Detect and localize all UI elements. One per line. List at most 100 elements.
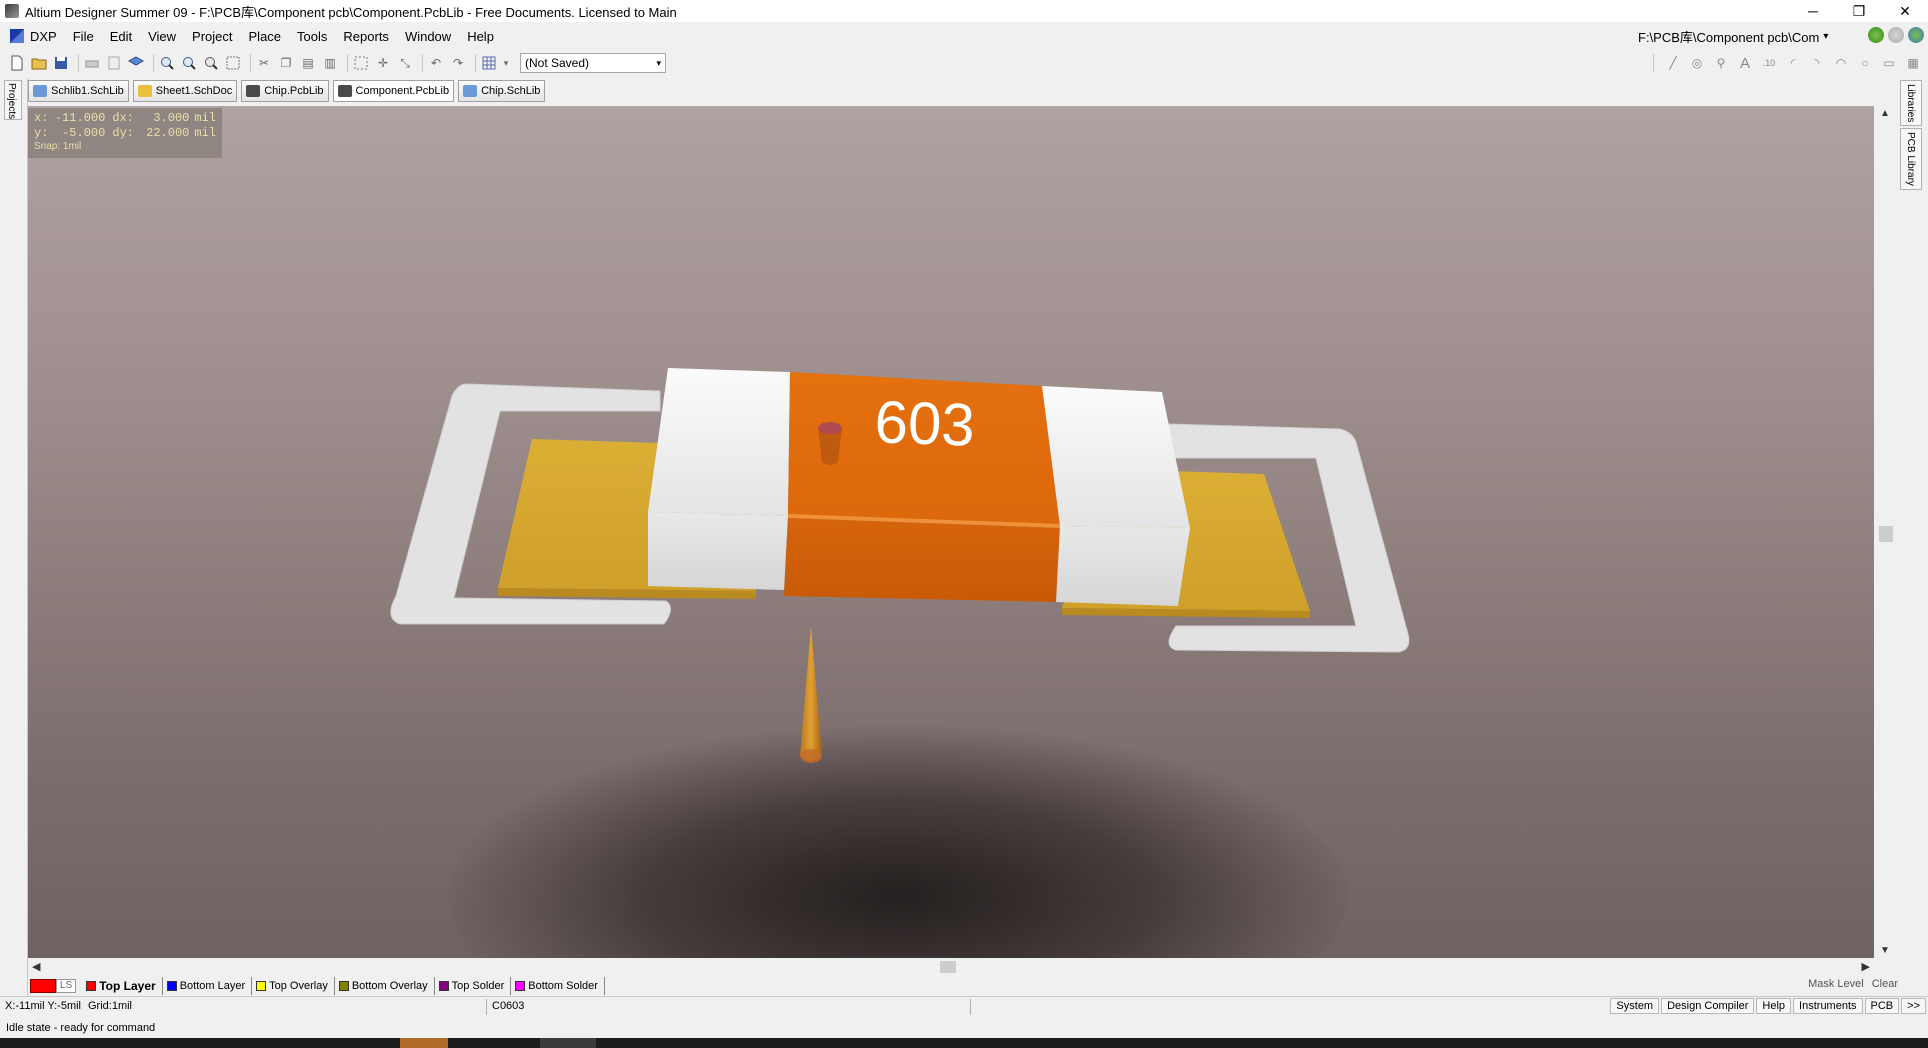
menu-place[interactable]: Place (241, 29, 290, 44)
deselect-icon[interactable]: ⤡ (396, 54, 414, 72)
schlib-icon (33, 85, 47, 97)
place-array-icon[interactable]: ▦ (1904, 54, 1922, 72)
place-fill-icon[interactable]: ▭ (1880, 54, 1898, 72)
taskbar-app[interactable] (400, 1038, 448, 1048)
select-area-icon[interactable] (352, 54, 370, 72)
taskbar-app[interactable] (540, 1038, 596, 1048)
forward-icon[interactable] (1888, 27, 1904, 43)
vertical-scrollbar[interactable]: ▲ ▼ (1876, 106, 1896, 958)
full-circle-icon[interactable]: ○ (1856, 54, 1874, 72)
layer-stack-icon[interactable] (127, 54, 145, 72)
y-value: -5.000 (62, 126, 106, 140)
print-preview-icon[interactable] (105, 54, 123, 72)
copy-icon[interactable]: ❐ (277, 54, 295, 72)
menu-tools[interactable]: Tools (289, 29, 335, 44)
pcb-library-panel-tab[interactable]: PCB Library (1900, 128, 1922, 190)
unit-label: mil (194, 111, 216, 125)
set-origin-icon[interactable]: .10 (1760, 54, 1778, 72)
print-icon[interactable] (83, 54, 101, 72)
clear-button[interactable]: Clear (1872, 978, 1898, 990)
rubber-stamp-icon[interactable]: ▥ (321, 54, 339, 72)
restore-button[interactable]: ❐ (1836, 0, 1882, 22)
layer-set-button[interactable]: LS (56, 979, 77, 993)
x-label: x: (34, 111, 49, 125)
menu-help[interactable]: Help (459, 29, 502, 44)
redo-icon[interactable]: ↷ (449, 54, 467, 72)
grid-size: Grid:1mil (88, 1000, 133, 1012)
scroll-left-icon[interactable]: ◀ (32, 960, 40, 973)
document-path-selector[interactable]: F:\PCB库\Component pcb\Com ▾ (1638, 26, 1838, 46)
menu-file[interactable]: File (65, 29, 102, 44)
scroll-down-icon[interactable]: ▼ (1880, 945, 1890, 956)
layer-tab-bottom-overlay[interactable]: Bottom Overlay (335, 977, 435, 995)
system-panel-button[interactable]: System (1610, 998, 1660, 1014)
place-string-icon[interactable]: A (1736, 54, 1754, 72)
zoom-out-icon[interactable] (180, 54, 198, 72)
design-compiler-button[interactable]: Design Compiler (1661, 998, 1755, 1014)
pcb-panel-button[interactable]: PCB (1864, 998, 1900, 1014)
layer-tab-bottom-solder[interactable]: Bottom Solder (511, 977, 605, 995)
layer-tab-top-overlay[interactable]: Top Overlay (252, 977, 335, 995)
current-component: C0603 (492, 1000, 525, 1012)
resistor-body-front (784, 518, 1060, 602)
help-panel-button[interactable]: Help (1756, 998, 1792, 1014)
layer-color-swatch (338, 981, 349, 991)
minimize-button[interactable]: ─ (1790, 0, 1836, 22)
arc-any-icon[interactable]: ◠ (1832, 54, 1850, 72)
close-button[interactable]: ✕ (1882, 0, 1928, 22)
view-config-select[interactable]: (Not Saved) ▾ (520, 53, 666, 73)
new-file-icon[interactable] (8, 54, 26, 72)
place-pad-icon[interactable]: ◎ (1688, 54, 1706, 72)
mask-level-button[interactable]: Mask Level (1808, 978, 1864, 990)
undo-icon[interactable]: ↶ (427, 54, 445, 72)
place-via-icon[interactable]: ⚲ (1712, 54, 1730, 72)
libraries-panel-tab[interactable]: Libraries (1900, 80, 1922, 126)
tab-component-pcblib[interactable]: Component.PcbLib (332, 80, 455, 102)
arc-center-icon[interactable]: ◜ (1784, 54, 1802, 72)
tab-label: Sheet1.SchDoc (155, 85, 233, 97)
open-folder-icon[interactable] (30, 54, 48, 72)
place-line-icon[interactable]: ╱ (1664, 54, 1682, 72)
back-icon[interactable] (1868, 27, 1884, 43)
layer-tab-top-layer[interactable]: Top Layer (82, 977, 163, 995)
menu-window[interactable]: Window (397, 29, 459, 44)
arc-edge-icon[interactable]: ◝ (1808, 54, 1826, 72)
move-icon[interactable]: ✛ (374, 54, 392, 72)
cut-icon[interactable]: ✂ (255, 54, 273, 72)
layer-tab-bottom-layer[interactable]: Bottom Layer (163, 977, 253, 995)
menu-dxp[interactable]: DXP (28, 29, 65, 44)
vertical-scroll-thumb[interactable] (1879, 526, 1893, 542)
layer-tab-top-solder[interactable]: Top Solder (435, 977, 512, 995)
menu-view[interactable]: View (140, 29, 184, 44)
nav-icons (1868, 27, 1924, 43)
scroll-up-icon[interactable]: ▲ (1880, 108, 1890, 119)
tab-chip-schlib[interactable]: Chip.SchLib (458, 80, 546, 102)
window-controls: ─ ❐ ✕ (1790, 0, 1928, 22)
pcb-3d-viewport[interactable]: 603 (28, 106, 1874, 958)
horizontal-scroll-thumb[interactable] (940, 961, 956, 973)
grid-icon[interactable] (480, 54, 498, 72)
zoom-fit-icon[interactable] (202, 54, 220, 72)
grid-dropdown-icon[interactable]: ▾ (502, 54, 510, 72)
more-panels-button[interactable]: >> (1901, 998, 1926, 1014)
scroll-right-icon[interactable]: ▶ (1862, 960, 1870, 973)
instruments-button[interactable]: Instruments (1793, 998, 1863, 1014)
layer-color-swatch (438, 981, 449, 991)
menu-project[interactable]: Project (184, 29, 240, 44)
home-icon[interactable] (1908, 27, 1924, 43)
menu-edit[interactable]: Edit (102, 29, 140, 44)
dx-label: dx: (112, 111, 134, 125)
paste-icon[interactable]: ▤ (299, 54, 317, 72)
current-layer-swatch[interactable] (30, 979, 56, 993)
tab-schlib1[interactable]: Schlib1.SchLib (28, 80, 129, 102)
tab-chip-pcblib[interactable]: Chip.PcbLib (241, 80, 329, 102)
zoom-selected-icon[interactable] (224, 54, 242, 72)
right-terminal-front (1056, 526, 1190, 606)
zoom-in-icon[interactable] (158, 54, 176, 72)
horizontal-scrollbar[interactable]: ◀ ▶ (28, 958, 1874, 976)
projects-panel-tab[interactable]: Projects (4, 80, 22, 120)
save-icon[interactable] (52, 54, 70, 72)
menu-reports[interactable]: Reports (335, 29, 397, 44)
document-tabs: Schlib1.SchLib Sheet1.SchDoc Chip.PcbLib… (28, 80, 546, 102)
tab-sheet1[interactable]: Sheet1.SchDoc (132, 80, 238, 102)
